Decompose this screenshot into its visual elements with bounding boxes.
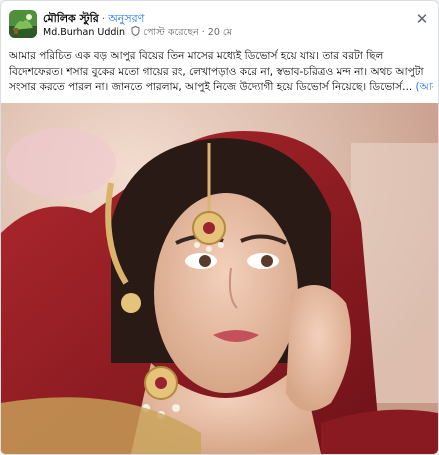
post-photo[interactable] — [1, 103, 438, 454]
post-card: মৌলিক স্টুরি · অনুসরণ Md.Burhan Uddin পোস্… — [0, 0, 439, 455]
separator-dot: · — [101, 12, 106, 25]
posted-label: পোস্ট করেছেন — [143, 27, 199, 38]
post-text: আমার পরিচিত এক বড় আপুর বিয়ের তিন মাসের… — [9, 49, 433, 96]
follow-button[interactable]: অনুসরণ — [108, 12, 144, 25]
see-more-link[interactable]: (আরও) — [416, 81, 433, 93]
author-link[interactable]: Md.Burhan Uddin — [43, 27, 125, 38]
post-header: মৌলিক স্টুরি · অনুসরণ Md.Burhan Uddin পোস্… — [1, 1, 438, 45]
page-avatar[interactable] — [9, 10, 37, 38]
post-text-line-content: সংসার করতে পারল না। জানতে পারলাম, আপুই ন… — [9, 81, 413, 93]
post-text-line: আমার পরিচিত এক বড় আপুর বিয়ের তিন মাসের… — [9, 50, 384, 62]
post-text-line-last: সংসার করতে পারল না। জানতে পারলাম, আপুই ন… — [9, 80, 433, 96]
shield-icon — [131, 25, 140, 39]
separator-dot-2: · — [201, 27, 205, 38]
page-name-link[interactable]: মৌলিক স্টুরি — [43, 12, 99, 25]
post-meta: Md.Burhan Uddin পোস্ট করেছেন · 20 মে — [43, 25, 232, 41]
close-icon[interactable]: ✕ — [414, 11, 430, 27]
post-text-line: বিদেশফেরত। শসার বুকের মতো গায়ের রং, লেখ… — [9, 65, 424, 78]
post-timestamp[interactable]: 20 মে — [208, 27, 232, 38]
bride-photo-illustration — [1, 103, 438, 454]
